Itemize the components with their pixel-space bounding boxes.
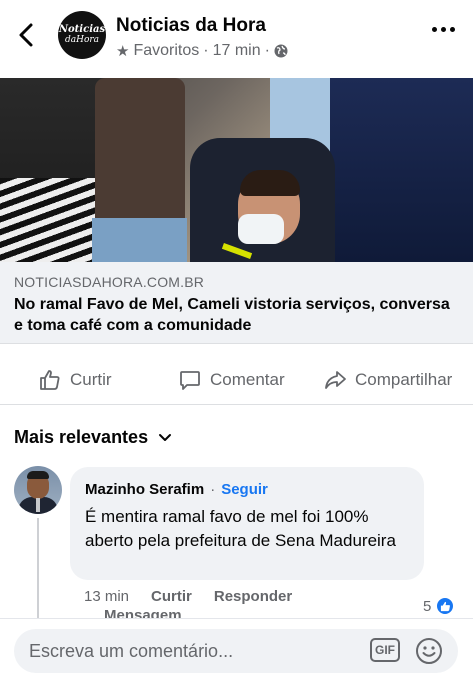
post-meta: ★ Favoritos · 17 min · [116, 42, 288, 60]
page-name[interactable]: Noticias da Hora [116, 15, 266, 37]
comment-time[interactable]: 13 min [84, 588, 129, 605]
share-button[interactable]: Compartilhar [323, 365, 452, 395]
star-icon: ★ [116, 43, 130, 60]
share-label: Compartilhar [355, 370, 453, 389]
link-title: No ramal Favo de Mel, Cameli vistoria se… [14, 296, 450, 334]
meta-separator-2: · [264, 42, 270, 59]
link-preview[interactable]: NOTICIASDAHORA.COM.BR No ramal Favo de M… [0, 262, 473, 344]
globe-icon [274, 44, 288, 58]
comment-icon [180, 371, 200, 390]
gif-icon[interactable]: GIF [370, 638, 400, 662]
comment-author[interactable]: Mazinho Serafim [85, 481, 204, 498]
comment-placeholder: Escreva um comentário... [29, 641, 234, 661]
sort-label: Mais relevantes [14, 427, 149, 447]
comment-button[interactable]: Comentar [178, 365, 285, 395]
logo-line-1: Noticias [58, 24, 106, 35]
like-icon [40, 370, 60, 390]
emoji-icon[interactable] [415, 637, 443, 665]
follow-button[interactable]: Seguir [221, 481, 268, 498]
post-header: Noticias daHora Noticias da Hora ★ Favor… [0, 0, 473, 78]
more-icon[interactable] [432, 27, 455, 32]
post-actions: Curtir Comentar Compartilhar [0, 355, 473, 405]
back-arrow-icon[interactable] [14, 22, 40, 48]
comment-bubble: Mazinho Serafim · Seguir É mentira ramal… [70, 467, 424, 580]
comment-meta: 13 min Curtir Responder [84, 588, 292, 605]
logo-line-2: daHora [64, 35, 100, 45]
audience-label[interactable]: Favoritos [133, 42, 199, 60]
share-icon [325, 371, 346, 389]
comment-text: É mentira ramal favo de mel foi 100% abe… [85, 507, 396, 550]
post-photo[interactable] [0, 78, 473, 262]
like-label: Curtir [70, 370, 112, 389]
like-button[interactable]: Curtir [38, 365, 112, 395]
comment-like-button[interactable]: Curtir [151, 588, 192, 605]
author-separator: · [210, 481, 216, 498]
comment-reactions[interactable]: 5 [423, 596, 456, 616]
thread-line [37, 518, 39, 618]
comment-author-row: Mazinho Serafim · Seguir [85, 481, 268, 498]
comment-label: Comentar [210, 370, 285, 389]
like-reaction-icon [435, 596, 456, 616]
meta-separator: · [203, 42, 209, 59]
chevron-down-icon [159, 433, 172, 441]
commenter-avatar[interactable] [14, 466, 62, 514]
reaction-count: 5 [423, 597, 432, 615]
comment-input[interactable]: Escreva um comentário... GIF [14, 629, 458, 673]
post-time[interactable]: 17 min [213, 42, 261, 60]
comment-reply-button[interactable]: Responder [214, 588, 292, 605]
page-avatar[interactable]: Noticias daHora [58, 11, 106, 59]
comment-composer-bar: Escreva um comentário... GIF [0, 618, 473, 681]
comment-message-button[interactable]: Mensagem [104, 608, 182, 618]
link-domain: NOTICIASDAHORA.COM.BR [14, 274, 205, 290]
comment-sort-dropdown[interactable]: Mais relevantes [14, 427, 172, 448]
